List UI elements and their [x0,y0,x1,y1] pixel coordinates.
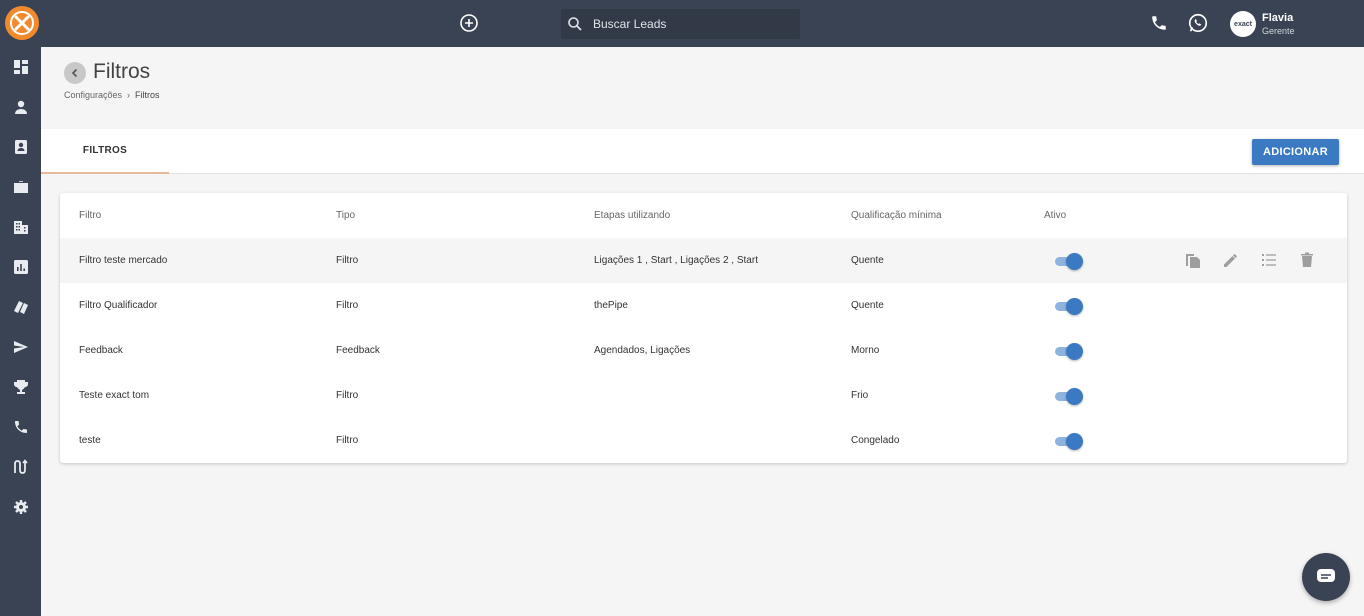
add-button[interactable]: ADICIONAR [1252,139,1339,165]
cell-tipo: Feedback [336,345,380,356]
table-row[interactable]: Teste exact tom Filtro Frio [60,373,1347,418]
edit-icon[interactable] [1222,251,1240,269]
user-role: Gerente [1262,26,1295,36]
table-header: Filtro Tipo Etapas utilizando Qualificaç… [60,193,1347,238]
column-header-ativo: Ativo [1044,210,1067,221]
send-icon [13,341,28,353]
whatsapp-icon[interactable] [1187,12,1209,34]
page-title: Filtros [93,60,151,83]
active-toggle[interactable] [1055,432,1083,450]
sidebar-item-contacts[interactable] [0,127,41,167]
add-circle-icon[interactable] [459,13,479,33]
column-header-etapas: Etapas utilizando [594,210,671,221]
cell-filtro: teste [79,435,101,446]
cell-qualificacao: Quente [851,255,884,266]
cell-filtro: Filtro Qualificador [79,300,158,311]
chevron-right-icon: › [127,90,131,100]
phone-icon[interactable] [1150,14,1168,32]
tags-icon [13,301,28,314]
briefcase-icon [13,181,28,193]
sidebar [0,47,41,616]
top-bar: exact Flavia Gerente [0,0,1364,47]
cell-qualificacao: Quente [851,300,884,311]
cell-tipo: Filtro [336,255,359,266]
chat-icon [1317,569,1335,582]
sidebar-item-tags[interactable] [0,287,41,327]
sidebar-item-companies[interactable] [0,207,41,247]
table-row[interactable]: Filtro Qualificador Filtro thePipe Quent… [60,283,1347,328]
cell-filtro: Filtro teste mercado [79,255,168,266]
search-input[interactable] [593,17,783,31]
cell-filtro: Teste exact tom [79,390,150,401]
sidebar-item-settings[interactable] [0,487,41,527]
table-row[interactable]: Feedback Feedback Agendados, Ligações Mo… [60,328,1347,373]
column-header-qualificacao: Qualificação mínima [851,210,942,221]
cell-etapas: Ligações 1 , Start , Ligações 2 , Start [594,255,758,266]
filters-table: Filtro Tipo Etapas utilizando Qualificaç… [60,193,1347,463]
cell-filtro: Feedback [79,345,123,356]
sidebar-item-calls[interactable] [0,407,41,447]
sidebar-item-reports[interactable] [0,247,41,287]
exact-logo[interactable] [5,6,39,40]
sidebar-item-dashboard[interactable] [0,47,41,87]
sidebar-item-route[interactable] [0,447,41,487]
tab-bar: FILTROS ADICIONAR [41,129,1364,174]
cell-qualificacao: Frio [851,390,869,401]
cell-qualificacao: Congelado [851,435,900,446]
building-icon [13,221,28,234]
phone-icon [14,421,27,433]
back-button[interactable] [64,62,86,84]
column-header-filtro: Filtro [79,210,102,221]
user-name[interactable]: Flavia [1262,12,1293,24]
cell-tipo: Filtro [336,435,359,446]
cell-tipo: Filtro [336,390,359,401]
cell-qualificacao: Morno [851,345,880,356]
sidebar-item-deals[interactable] [0,167,41,207]
sidebar-item-person[interactable] [0,87,41,127]
contact-card-icon [14,140,27,154]
copy-icon[interactable] [1184,251,1202,269]
chevron-left-icon [71,68,78,78]
breadcrumb: Configurações › Filtros [64,90,160,100]
gear-icon [13,500,28,514]
avatar[interactable]: exact [1230,11,1256,37]
search-icon [568,17,582,31]
table-row[interactable]: Filtro teste mercado Filtro Ligações 1 ,… [60,238,1347,283]
active-toggle[interactable] [1055,342,1083,360]
table-row[interactable]: teste Filtro Congelado [60,418,1347,463]
dashboard-icon [13,60,28,74]
sidebar-item-send[interactable] [0,327,41,367]
active-toggle[interactable] [1055,387,1083,405]
tab-filtros[interactable]: FILTROS [41,129,169,174]
breadcrumb-link-configuracoes[interactable]: Configurações [64,90,122,100]
column-header-tipo: Tipo [336,210,356,221]
cell-etapas: Agendados, Ligações [594,345,691,356]
search-box[interactable] [561,9,800,39]
route-icon [13,459,28,474]
chat-button[interactable] [1302,553,1350,601]
sidebar-item-trophy[interactable] [0,367,41,407]
bar-chart-icon [13,260,28,274]
active-toggle[interactable] [1055,252,1083,270]
logo-icon [10,11,34,35]
active-toggle[interactable] [1055,297,1083,315]
cell-etapas: thePipe [594,300,628,311]
breadcrumb-current: Filtros [135,90,160,100]
person-icon [14,100,27,114]
cell-tipo: Filtro [336,300,359,311]
list-icon[interactable] [1260,251,1278,269]
delete-icon[interactable] [1298,251,1316,269]
trophy-icon [13,380,28,394]
